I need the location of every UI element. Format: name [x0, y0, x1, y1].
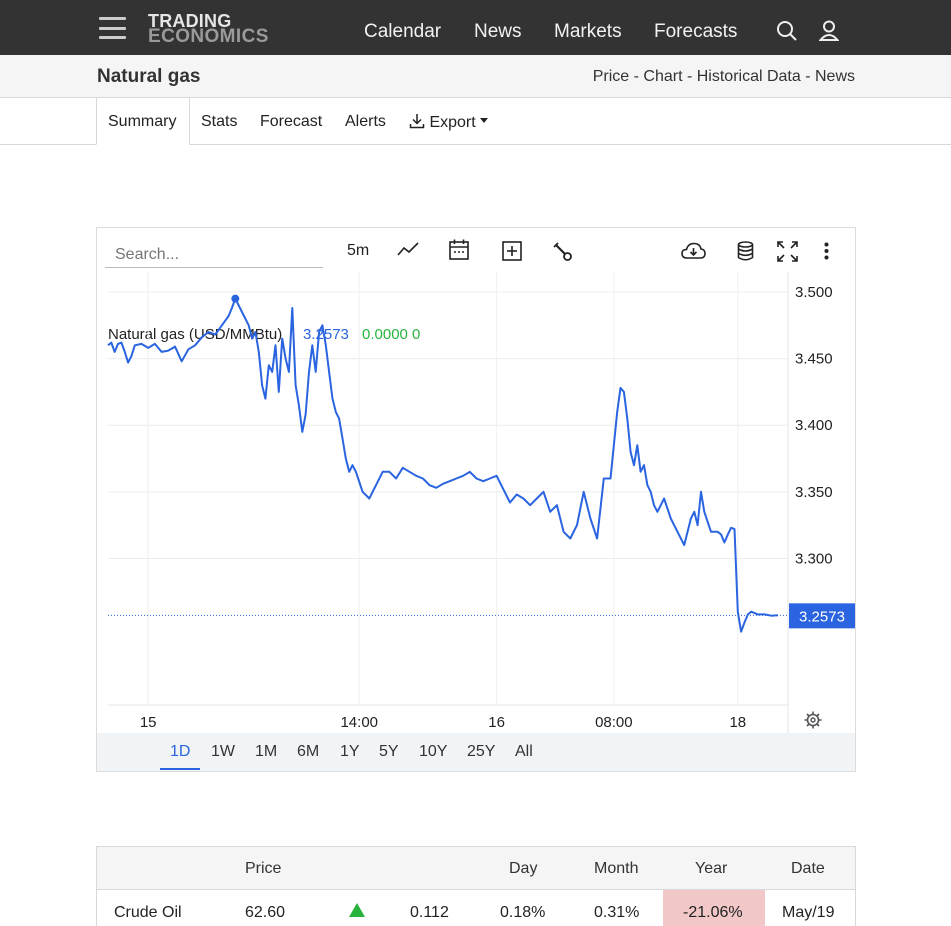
row-year-percent: -21.06% — [683, 904, 743, 921]
caret-down-icon — [480, 118, 489, 123]
download-icon — [409, 114, 425, 129]
legend-change: 0.0000 0 — [362, 326, 420, 343]
instrument-header: Natural gas Price - Chart - Historical D… — [0, 55, 951, 98]
nav-link-forecasts[interactable]: Forecasts — [654, 21, 737, 43]
related-markets-table: Price Day Month Year Date Crude Oil 62.6… — [96, 846, 856, 926]
range-button-all[interactable]: All — [515, 743, 533, 761]
top-navigation-bar: TRADING ECONOMICS Calendar News Markets … — [0, 0, 951, 55]
series-high-marker — [231, 294, 240, 303]
interval-selector[interactable]: 5m — [347, 242, 369, 260]
time-range-bar: 1D 1W 1M 6M 1Y 5Y 10Y 25Y All — [97, 733, 855, 771]
range-button-25y[interactable]: 25Y — [467, 743, 495, 761]
column-header-date[interactable]: Date — [791, 860, 825, 878]
row-name-link[interactable]: Crude Oil — [114, 904, 182, 922]
range-button-6m[interactable]: 6M — [297, 743, 319, 761]
more-options-icon[interactable] — [824, 242, 829, 265]
row-date: May/19 — [782, 904, 835, 921]
tab-stats[interactable]: Stats — [201, 113, 237, 131]
x-tick-label: 15 — [140, 714, 157, 731]
cloud-download-icon[interactable] — [681, 242, 706, 265]
y-tick-label: 3.350 — [795, 484, 833, 501]
chart-settings-icon[interactable] — [804, 711, 822, 729]
x-tick-label: 16 — [488, 714, 505, 731]
tab-export[interactable]: Export — [409, 113, 489, 132]
range-button-1m[interactable]: 1M — [255, 743, 277, 761]
trading-economics-logo[interactable]: TRADING ECONOMICS — [148, 12, 269, 47]
database-icon[interactable] — [737, 241, 754, 266]
last-price-badge-label: 3.2573 — [799, 608, 845, 625]
y-tick-label: 3.300 — [795, 550, 833, 567]
row-price: 62.60 — [245, 904, 286, 921]
hamburger-menu-icon[interactable] — [99, 17, 126, 39]
column-header-year[interactable]: Year — [695, 860, 727, 878]
column-header-price[interactable]: Price — [245, 860, 281, 878]
x-tick-label: 08:00 — [595, 714, 633, 731]
active-range-indicator — [160, 768, 200, 770]
row-day-percent: 0.18% — [500, 904, 546, 921]
user-account-icon[interactable] — [818, 20, 840, 47]
row-month-percent: 0.31% — [594, 904, 640, 921]
tab-forecast[interactable]: Forecast — [260, 113, 322, 131]
tab-alerts[interactable]: Alerts — [345, 113, 386, 131]
instrument-tabs: Summary Stats Forecast Alerts Export — [0, 97, 951, 145]
price-line-chart[interactable]: Natural gas (USD/MMBtu) 3.2573 0.0000 0 … — [97, 264, 855, 734]
row-change: 0.112 — [410, 904, 449, 921]
compare-add-icon[interactable] — [502, 241, 522, 266]
search-icon[interactable] — [776, 20, 798, 47]
range-button-10y[interactable]: 10Y — [419, 743, 447, 761]
y-tick-label: 3.400 — [795, 417, 833, 434]
export-label: Export — [429, 114, 476, 131]
column-header-day[interactable]: Day — [509, 860, 537, 878]
range-button-1w[interactable]: 1W — [211, 743, 235, 761]
range-button-1d[interactable]: 1D — [170, 743, 190, 761]
x-tick-label: 14:00 — [340, 714, 378, 731]
instrument-section-links[interactable]: Price - Chart - Historical Data - News — [593, 68, 855, 86]
tab-summary[interactable]: Summary — [108, 113, 176, 131]
price-chart-widget: 5m Natural gas (USD/MMBtu) 3.2573 0.0000… — [96, 227, 856, 772]
range-button-5y[interactable]: 5Y — [379, 743, 399, 761]
page-title: Natural gas — [97, 66, 201, 87]
column-header-month[interactable]: Month — [594, 860, 638, 878]
nav-link-news[interactable]: News — [474, 21, 522, 43]
logo-line-2: ECONOMICS — [148, 26, 269, 47]
nav-link-markets[interactable]: Markets — [554, 21, 622, 43]
nav-link-calendar[interactable]: Calendar — [364, 21, 441, 43]
x-tick-label: 18 — [729, 714, 746, 731]
y-tick-label: 3.500 — [795, 284, 833, 301]
table-header: Price Day Month Year Date — [97, 847, 855, 890]
calendar-icon[interactable] — [449, 239, 469, 265]
range-button-1y[interactable]: 1Y — [340, 743, 360, 761]
price-series-line[interactable] — [107, 297, 779, 633]
chart-type-line-icon[interactable] — [397, 241, 419, 262]
y-tick-label: 3.450 — [795, 351, 833, 368]
up-arrow-icon — [349, 903, 365, 922]
